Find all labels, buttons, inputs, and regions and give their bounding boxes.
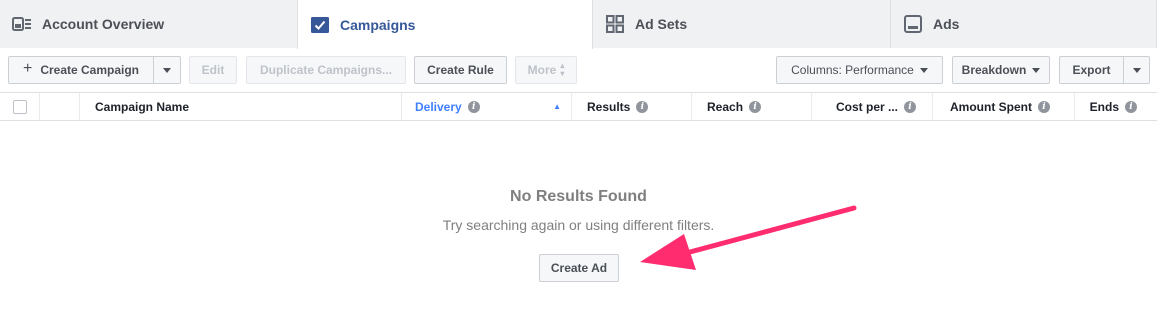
account-overview-icon: [12, 15, 32, 33]
column-header-ends[interactable]: Ends i: [1075, 93, 1157, 120]
create-campaign-button[interactable]: + Create Campaign: [8, 56, 154, 84]
sort-ascending-icon: ▲: [553, 102, 561, 111]
tab-bar: Account Overview Campaigns Ad Sets Ads: [0, 0, 1157, 49]
column-header-amount-spent[interactable]: Amount Spent i: [933, 93, 1075, 120]
export-button[interactable]: Export: [1059, 56, 1124, 84]
create-rule-button[interactable]: Create Rule: [414, 56, 507, 84]
select-all-checkbox[interactable]: [12, 99, 27, 114]
column-header-cost-per[interactable]: Cost per ... i: [812, 93, 933, 120]
ad-icon: [903, 15, 923, 33]
info-icon[interactable]: i: [1038, 100, 1050, 113]
chevron-down-icon: [1032, 67, 1041, 73]
create-ad-button[interactable]: Create Ad: [539, 254, 619, 282]
chevron-down-icon: [919, 67, 928, 73]
tab-label: Ad Sets: [635, 16, 688, 32]
table-header: Campaign Name Delivery i ▲ Results i Rea…: [0, 92, 1157, 121]
empty-state-title: No Results Found: [510, 188, 647, 205]
sort-arrows-icon: ▴ ▾: [560, 61, 565, 78]
create-campaign-dropdown-button[interactable]: [153, 56, 181, 84]
export-dropdown-button[interactable]: [1123, 56, 1150, 84]
duplicate-campaigns-button[interactable]: Duplicate Campaigns...: [246, 56, 406, 84]
column-header-reach[interactable]: Reach i: [692, 93, 812, 120]
grid-icon: [605, 15, 625, 33]
tab-campaigns[interactable]: Campaigns: [297, 0, 593, 49]
annotation-arrow-icon: [640, 205, 857, 270]
tab-label: Campaigns: [340, 16, 416, 33]
edit-button[interactable]: Edit: [189, 56, 237, 84]
info-icon[interactable]: i: [1125, 100, 1137, 113]
chevron-down-icon: [1132, 67, 1141, 73]
tab-ads[interactable]: Ads: [891, 0, 1157, 48]
select-all-cell: [0, 93, 40, 120]
breakdown-dropdown[interactable]: Breakdown: [952, 56, 1050, 84]
info-icon[interactable]: i: [467, 100, 480, 113]
tab-ad-sets[interactable]: Ad Sets: [593, 0, 891, 48]
column-header-delivery[interactable]: Delivery i ▲: [402, 93, 572, 120]
info-icon[interactable]: i: [636, 100, 649, 113]
chevron-down-icon: [163, 67, 171, 73]
plus-icon: +: [22, 60, 33, 77]
column-header-campaign-name[interactable]: Campaign Name: [80, 93, 402, 120]
tab-label: Account Overview: [42, 16, 165, 32]
columns-dropdown[interactable]: Columns: Performance: [776, 56, 943, 84]
toggle-column-header: [40, 93, 80, 120]
column-header-results[interactable]: Results i: [572, 93, 692, 120]
toolbar: + Create Campaign Edit Duplicate Campaig…: [0, 49, 1157, 92]
empty-state-subtitle: Try searching again or using different f…: [442, 217, 715, 233]
info-icon[interactable]: i: [749, 100, 762, 113]
tab-account-overview[interactable]: Account Overview: [0, 0, 298, 48]
info-icon[interactable]: i: [904, 100, 916, 113]
tab-label: Ads: [933, 16, 960, 32]
campaign-checkbox-icon: [310, 16, 330, 34]
more-button[interactable]: More ▴ ▾: [515, 56, 577, 84]
